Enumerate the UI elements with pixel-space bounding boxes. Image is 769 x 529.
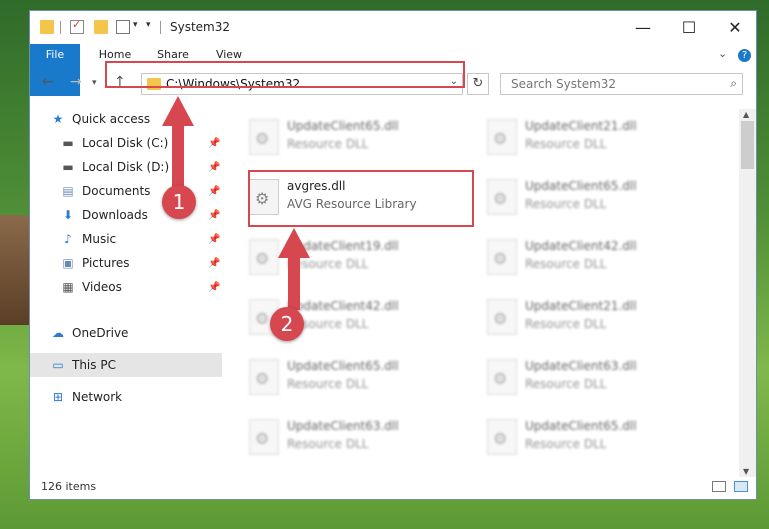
help-icon[interactable]: ? bbox=[738, 49, 751, 62]
recent-locations-icon[interactable]: ▾ bbox=[92, 78, 97, 88]
list-item[interactable]: UpdateClient21.dll Resource DLL bbox=[473, 111, 693, 163]
minimize-button[interactable]: — bbox=[620, 11, 666, 44]
pin-icon[interactable]: 📌 bbox=[208, 282, 220, 293]
cloud-icon: ☁ bbox=[52, 326, 64, 340]
callout-2: 2 bbox=[270, 307, 304, 341]
list-item[interactable]: UpdateClient65.dll Resource DLL bbox=[473, 411, 693, 463]
title-bar: ▾ ▾ System32 — ☐ ✕ bbox=[30, 11, 756, 44]
sidebar-item-label: Local Disk (C:) bbox=[82, 136, 169, 150]
status-bar: 126 items bbox=[30, 475, 756, 499]
sidebar-item-quick-access[interactable]: ★ Quick access bbox=[30, 107, 222, 131]
maximize-button[interactable]: ☐ bbox=[666, 11, 712, 44]
pin-icon[interactable]: 📌 bbox=[208, 258, 220, 269]
sidebar-item-videos[interactable]: ▦ Videos 📌 bbox=[30, 275, 222, 299]
sidebar-item-label: Network bbox=[72, 390, 123, 404]
expand-ribbon-icon[interactable]: ⌄ bbox=[718, 47, 727, 60]
star-icon: ★ bbox=[52, 112, 64, 126]
customize-icon[interactable] bbox=[116, 20, 130, 34]
divider bbox=[60, 21, 61, 34]
sidebar-item-label: Music bbox=[82, 232, 117, 246]
list-item[interactable]: UpdateClient65.dll Resource DLL bbox=[235, 111, 455, 163]
sidebar-item-label: Documents bbox=[82, 184, 151, 198]
vertical-scrollbar[interactable]: ▲ ▼ bbox=[739, 109, 756, 477]
list-item[interactable]: UpdateClient42.dll Resource DLL bbox=[235, 291, 455, 343]
refresh-button[interactable]: ↻ bbox=[467, 73, 489, 95]
forward-arrow-icon[interactable]: → bbox=[70, 74, 82, 90]
large-icons-view-icon[interactable] bbox=[734, 481, 748, 492]
sidebar-item-onedrive[interactable]: ☁ OneDrive bbox=[30, 321, 222, 345]
sidebar-item-label: Pictures bbox=[82, 256, 130, 270]
drive-icon: ▬ bbox=[62, 160, 74, 174]
search-box[interactable]: ⌕ bbox=[500, 73, 743, 95]
sidebar-item-music[interactable]: ♪ Music 📌 bbox=[30, 227, 222, 251]
file-highlight-box bbox=[248, 170, 474, 227]
list-item[interactable]: UpdateClient19.dll Resource DLL bbox=[235, 231, 455, 283]
list-item[interactable]: UpdateClient65.dll Resource DLL bbox=[473, 171, 693, 223]
quick-access-dropdown-icon[interactable]: ▾ bbox=[146, 20, 151, 30]
sidebar-item-label: Videos bbox=[82, 280, 122, 294]
pin-icon[interactable]: 📌 bbox=[208, 210, 220, 221]
navigation-pane: ★ Quick access ▬ Local Disk (C:) 📌 ▬ Loc… bbox=[30, 107, 222, 467]
details-view-icon[interactable] bbox=[712, 481, 726, 492]
dll-file-icon bbox=[487, 179, 517, 215]
sidebar-item-label: This PC bbox=[72, 358, 116, 372]
dll-file-icon bbox=[487, 239, 517, 275]
list-item[interactable]: UpdateClient21.dll Resource DLL bbox=[473, 291, 693, 343]
pin-icon[interactable]: 📌 bbox=[208, 234, 220, 245]
dll-file-icon bbox=[249, 119, 279, 155]
callout-1: 1 bbox=[162, 185, 196, 219]
dll-file-icon bbox=[487, 419, 517, 455]
pin-icon[interactable]: 📌 bbox=[208, 162, 220, 173]
list-item[interactable]: UpdateClient65.dll Resource DLL bbox=[235, 351, 455, 403]
folder-icon bbox=[40, 20, 54, 34]
dll-file-icon bbox=[249, 239, 279, 275]
network-icon: ⊞ bbox=[52, 390, 64, 404]
file-list: UpdateClient65.dll Resource DLL avgres.d… bbox=[230, 101, 738, 476]
scrollbar-thumb[interactable] bbox=[741, 121, 754, 169]
new-folder-icon[interactable] bbox=[94, 20, 108, 34]
pin-icon[interactable]: 📌 bbox=[208, 138, 220, 149]
drive-icon: ▬ bbox=[62, 136, 74, 150]
list-item[interactable]: UpdateClient42.dll Resource DLL bbox=[473, 231, 693, 283]
address-highlight-box bbox=[105, 61, 465, 88]
properties-icon[interactable] bbox=[70, 18, 84, 34]
back-arrow-icon[interactable]: ← bbox=[42, 74, 54, 90]
search-input[interactable] bbox=[509, 76, 713, 92]
dll-file-icon bbox=[487, 359, 517, 395]
item-count: 126 items bbox=[41, 480, 97, 493]
dll-file-icon bbox=[249, 419, 279, 455]
computer-icon: ▭ bbox=[52, 358, 64, 372]
list-item[interactable]: UpdateClient63.dll Resource DLL bbox=[473, 351, 693, 403]
chevron-down-icon[interactable]: ▾ bbox=[133, 20, 138, 30]
pictures-icon: ▣ bbox=[62, 256, 74, 270]
dll-file-icon bbox=[487, 119, 517, 155]
list-item[interactable]: UpdateClient63.dll Resource DLL bbox=[235, 411, 455, 463]
background-scene bbox=[0, 215, 30, 325]
music-icon: ♪ bbox=[64, 232, 72, 246]
search-icon[interactable]: ⌕ bbox=[730, 76, 737, 91]
sidebar-item-this-pc[interactable]: ▭ This PC bbox=[30, 353, 222, 377]
sidebar-item-label: Quick access bbox=[72, 112, 151, 126]
divider bbox=[160, 21, 161, 34]
window-title: System32 bbox=[170, 20, 231, 34]
sidebar-item-label: OneDrive bbox=[72, 326, 129, 340]
sidebar-item-label: Downloads bbox=[82, 208, 148, 222]
scroll-up-icon[interactable]: ▲ bbox=[743, 110, 749, 119]
sidebar-item-local-disk-d[interactable]: ▬ Local Disk (D:) 📌 bbox=[30, 155, 222, 179]
sidebar-item-label: Local Disk (D:) bbox=[82, 160, 170, 174]
documents-icon: ▤ bbox=[62, 184, 74, 198]
sidebar-item-local-disk-c[interactable]: ▬ Local Disk (C:) 📌 bbox=[30, 131, 222, 155]
dll-file-icon bbox=[487, 299, 517, 335]
dll-file-icon bbox=[249, 359, 279, 395]
pin-icon[interactable]: 📌 bbox=[208, 186, 220, 197]
close-button[interactable]: ✕ bbox=[712, 11, 758, 44]
sidebar-item-pictures[interactable]: ▣ Pictures 📌 bbox=[30, 251, 222, 275]
download-icon: ⬇ bbox=[62, 208, 74, 222]
videos-icon: ▦ bbox=[62, 280, 74, 294]
sidebar-item-network[interactable]: ⊞ Network bbox=[30, 385, 222, 409]
